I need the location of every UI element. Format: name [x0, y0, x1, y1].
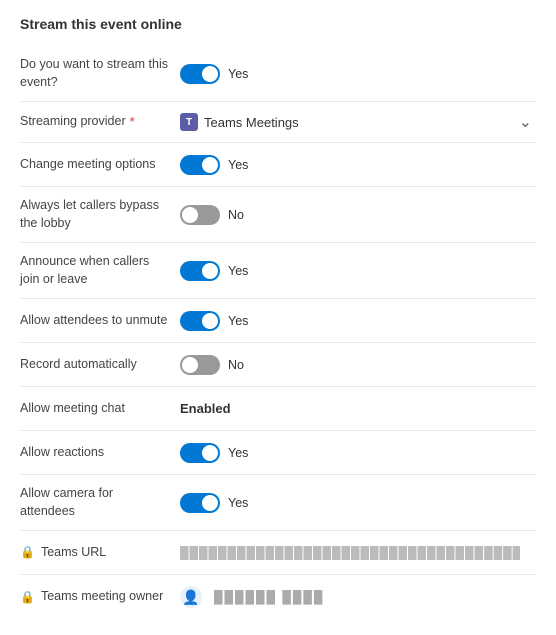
row-change-meeting-options: Change meeting options Yes: [20, 143, 536, 187]
value-allow-meeting-chat: Enabled: [180, 401, 536, 416]
toggle-record-automatically[interactable]: [180, 355, 220, 375]
value-teams-url: ████████████████████████████████████████…: [180, 546, 536, 560]
label-stream-event: Do you want to stream this event?: [20, 56, 180, 91]
toggle-label-stream-event: Yes: [228, 67, 248, 81]
required-indicator: *: [130, 113, 135, 131]
toggle-track-allow-reactions[interactable]: [180, 443, 220, 463]
teams-url-value: ████████████████████████████████████████…: [180, 546, 520, 560]
row-allow-camera: Allow camera for attendees Yes: [20, 475, 536, 531]
label-announce-callers: Announce when callers join or leave: [20, 253, 180, 288]
toggle-label-allow-camera: Yes: [228, 496, 248, 510]
toggle-track-stream-event[interactable]: [180, 64, 220, 84]
label-text-allow-reactions: Allow reactions: [20, 444, 104, 462]
toggle-track-allow-unmute[interactable]: [180, 311, 220, 331]
label-record-automatically: Record automatically: [20, 356, 180, 374]
value-teams-owner: 👤 ██████ ████: [180, 586, 536, 608]
settings-rows: Do you want to stream this event? Yes Stre…: [20, 46, 536, 619]
label-text-bypass-lobby: Always let callers bypass the lobby: [20, 197, 170, 232]
toggle-track-record-automatically[interactable]: [180, 355, 220, 375]
teams-icon: T: [180, 113, 198, 131]
toggle-track-change-meeting-options[interactable]: [180, 155, 220, 175]
toggle-thumb-record-automatically: [182, 357, 198, 373]
label-text-stream-event: Do you want to stream this event?: [20, 56, 170, 91]
label-streaming-provider: Streaming provider*: [20, 113, 180, 131]
label-change-meeting-options: Change meeting options: [20, 156, 180, 174]
row-bypass-lobby: Always let callers bypass the lobby No: [20, 187, 536, 243]
value-allow-camera: Yes: [180, 493, 536, 513]
toggle-thumb-change-meeting-options: [202, 157, 218, 173]
value-bypass-lobby: No: [180, 205, 536, 225]
row-allow-reactions: Allow reactions Yes: [20, 431, 536, 475]
lock-icon: 🔒: [20, 544, 35, 561]
label-allow-unmute: Allow attendees to unmute: [20, 312, 180, 330]
label-teams-url: 🔒 Teams URL: [20, 544, 180, 562]
owner-avatar-icon: 👤: [180, 586, 202, 608]
toggle-track-allow-camera[interactable]: [180, 493, 220, 513]
toggle-change-meeting-options[interactable]: [180, 155, 220, 175]
text-value-allow-meeting-chat: Enabled: [180, 401, 231, 416]
label-bypass-lobby: Always let callers bypass the lobby: [20, 197, 180, 232]
label-text-announce-callers: Announce when callers join or leave: [20, 253, 170, 288]
row-allow-meeting-chat: Allow meeting chat Enabled: [20, 387, 536, 431]
provider-value: T Teams Meetings ⌄: [180, 112, 536, 132]
label-text-change-meeting-options: Change meeting options: [20, 156, 156, 174]
toggle-stream-event[interactable]: [180, 64, 220, 84]
row-teams-url: 🔒 Teams URL ██████████████████████████████…: [20, 531, 536, 575]
toggle-label-allow-reactions: Yes: [228, 446, 248, 460]
panel-title: Stream this event online: [20, 16, 536, 32]
provider-name: Teams Meetings: [204, 115, 299, 130]
value-announce-callers: Yes: [180, 261, 536, 281]
toggle-thumb-bypass-lobby: [182, 207, 198, 223]
label-text-teams-url: Teams URL: [41, 544, 106, 562]
toggle-thumb-allow-reactions: [202, 445, 218, 461]
label-text-streaming-provider: Streaming provider: [20, 113, 126, 131]
toggle-thumb-stream-event: [202, 66, 218, 82]
toggle-allow-unmute[interactable]: [180, 311, 220, 331]
toggle-track-bypass-lobby[interactable]: [180, 205, 220, 225]
toggle-label-announce-callers: Yes: [228, 264, 248, 278]
owner-name: ██████ ████: [214, 590, 324, 604]
row-announce-callers: Announce when callers join or leave Yes: [20, 243, 536, 299]
row-streaming-provider: Streaming provider*TTeams Meetings⌄: [20, 102, 536, 143]
toggle-thumb-announce-callers: [202, 263, 218, 279]
label-text-allow-meeting-chat: Allow meeting chat: [20, 400, 125, 418]
toggle-bypass-lobby[interactable]: [180, 205, 220, 225]
label-allow-reactions: Allow reactions: [20, 444, 180, 462]
toggle-label-allow-unmute: Yes: [228, 314, 248, 328]
value-record-automatically: No: [180, 355, 536, 375]
row-teams-owner: 🔒 Teams meeting owner 👤 ██████ ████: [20, 575, 536, 619]
toggle-label-record-automatically: No: [228, 358, 244, 372]
toggle-label-bypass-lobby: No: [228, 208, 244, 222]
lock-icon: 🔒: [20, 589, 35, 606]
value-stream-event: Yes: [180, 64, 536, 84]
toggle-allow-camera[interactable]: [180, 493, 220, 513]
row-allow-unmute: Allow attendees to unmute Yes: [20, 299, 536, 343]
label-teams-owner: 🔒 Teams meeting owner: [20, 588, 180, 606]
label-text-teams-owner: Teams meeting owner: [41, 588, 163, 606]
label-text-record-automatically: Record automatically: [20, 356, 137, 374]
toggle-thumb-allow-unmute: [202, 313, 218, 329]
value-allow-reactions: Yes: [180, 443, 536, 463]
value-change-meeting-options: Yes: [180, 155, 536, 175]
toggle-track-announce-callers[interactable]: [180, 261, 220, 281]
label-text-allow-unmute: Allow attendees to unmute: [20, 312, 167, 330]
stream-event-panel: Stream this event online Do you want to …: [0, 0, 556, 635]
label-text-allow-camera: Allow camera for attendees: [20, 485, 170, 520]
row-stream-event: Do you want to stream this event? Yes: [20, 46, 536, 102]
label-allow-camera: Allow camera for attendees: [20, 485, 180, 520]
label-allow-meeting-chat: Allow meeting chat: [20, 400, 180, 418]
toggle-allow-reactions[interactable]: [180, 443, 220, 463]
toggle-thumb-allow-camera: [202, 495, 218, 511]
toggle-announce-callers[interactable]: [180, 261, 220, 281]
value-allow-unmute: Yes: [180, 311, 536, 331]
provider-inner: T Teams Meetings: [180, 113, 299, 131]
toggle-label-change-meeting-options: Yes: [228, 158, 248, 172]
chevron-down-icon[interactable]: ⌄: [519, 112, 532, 132]
row-record-automatically: Record automatically No: [20, 343, 536, 387]
